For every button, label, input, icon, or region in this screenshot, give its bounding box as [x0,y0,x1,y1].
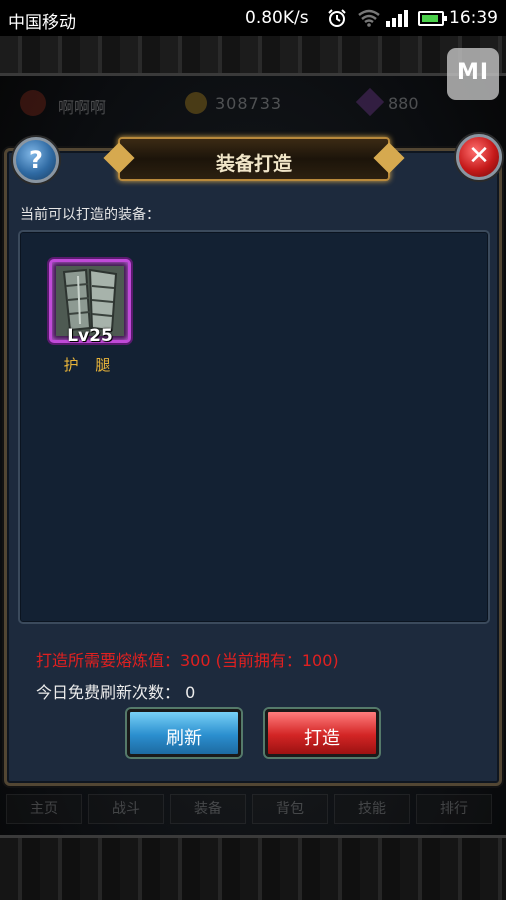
gold-coin-icon [185,92,207,114]
gold-amount: 308733 [215,94,283,113]
forge-button-label: 打造 [304,728,340,749]
bg-tab: 战斗 [88,794,164,824]
refresh-button[interactable]: 刷新 [127,709,241,757]
wifi-icon [358,9,380,27]
dialog-title: 装备打造 [215,153,292,175]
refresh-button-label: 刷新 [166,728,202,749]
help-button[interactable]: ? [13,137,59,183]
forgeable-equipment-label: 当前可以打造的装备： [20,207,160,223]
player-avatar [20,90,46,116]
background-player-bar: 啊啊啊 308733 880 [0,80,506,130]
background-tab-bar: 主页 战斗 装备 背包 技能 排行 [0,790,506,830]
close-icon: ✕ [468,141,490,171]
network-speed: 0.80K/s [245,8,309,28]
clock: 16:39 [449,8,498,28]
close-button[interactable]: ✕ [456,134,502,180]
bg-tab: 主页 [6,794,82,824]
forge-cost-text: 打造所需要熔炼值：300 (当前拥有：100) [36,651,339,670]
carrier-name: 中国移动 [8,13,76,33]
help-icon: ? [29,146,43,174]
app-screen: 中国移动 0.80K/s 16:39 啊啊啊 308733 880 MI 主页 … [0,0,506,900]
forge-button[interactable]: 打造 [265,709,379,757]
player-name: 啊啊啊 [58,98,107,117]
bg-tab: 背包 [252,794,328,824]
item-level: Lv25 [67,326,113,346]
mi-floating-button[interactable]: MI [447,48,499,100]
status-bar: 中国移动 0.80K/s 16:39 [0,0,506,36]
battery-icon [418,11,447,26]
item-name: 护 腿 [63,356,117,374]
gem-amount: 880 [388,94,419,113]
signal-icon [386,10,408,27]
bg-tab: 排行 [416,794,492,824]
equipment-item-slot[interactable]: Lv25 [49,259,131,346]
bg-tab: 装备 [170,794,246,824]
alarm-icon [328,9,346,27]
free-refresh-count-text: 今日免费刷新次数： 0 [36,683,196,702]
dialog-title-plate: 装备打造 [118,137,390,181]
frame-top-ornament [0,36,506,76]
bg-tab: 技能 [334,794,410,824]
mi-button-label: MI [456,60,490,85]
gem-icon [355,87,385,117]
frame-bottom-ornament [0,835,506,900]
